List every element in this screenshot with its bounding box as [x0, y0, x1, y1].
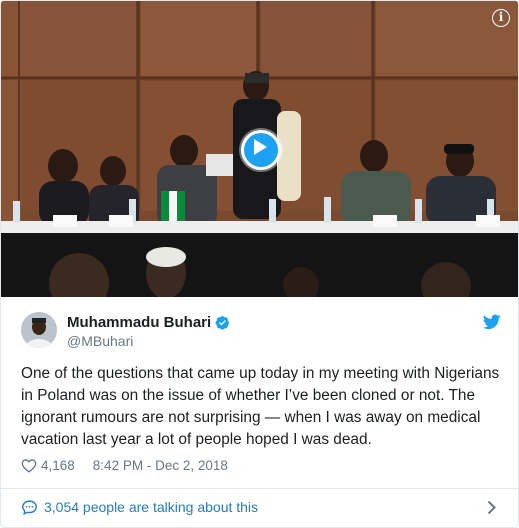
conversation-footer[interactable]: 3,054 people are talking about this	[1, 488, 518, 527]
tweet-embed-card: i Muhammadu Buhari @MBuhari One of the q…	[0, 0, 519, 528]
author-name[interactable]: Muhammadu Buhari	[67, 314, 211, 331]
tweet-text: One of the questions that came up today …	[21, 365, 500, 448]
tweet-meta: 4,168 8:42 PM - Dec 2, 2018	[21, 458, 228, 473]
info-icon[interactable]: i	[492, 9, 510, 27]
chevron-right-icon[interactable]	[487, 500, 496, 515]
play-triangle-icon	[254, 139, 267, 155]
like-count[interactable]: 4,168	[41, 458, 75, 473]
talking-about-link[interactable]: 3,054 people are talking about this	[44, 499, 258, 515]
avatar[interactable]	[21, 312, 57, 348]
twitter-bird-icon[interactable]	[483, 314, 501, 330]
video-thumbnail[interactable]: i	[1, 1, 518, 297]
tweet-timestamp[interactable]: 8:42 PM - Dec 2, 2018	[93, 458, 228, 473]
author-name-row: Muhammadu Buhari	[67, 314, 230, 331]
play-icon[interactable]	[241, 130, 281, 170]
avatar-image	[21, 312, 57, 348]
speech-bubble-icon	[22, 500, 37, 516]
heart-icon[interactable]	[21, 458, 37, 473]
tweet-header: Muhammadu Buhari @MBuhari	[21, 312, 501, 352]
verified-badge-icon	[215, 316, 230, 330]
author-handle[interactable]: @MBuhari	[67, 333, 133, 349]
